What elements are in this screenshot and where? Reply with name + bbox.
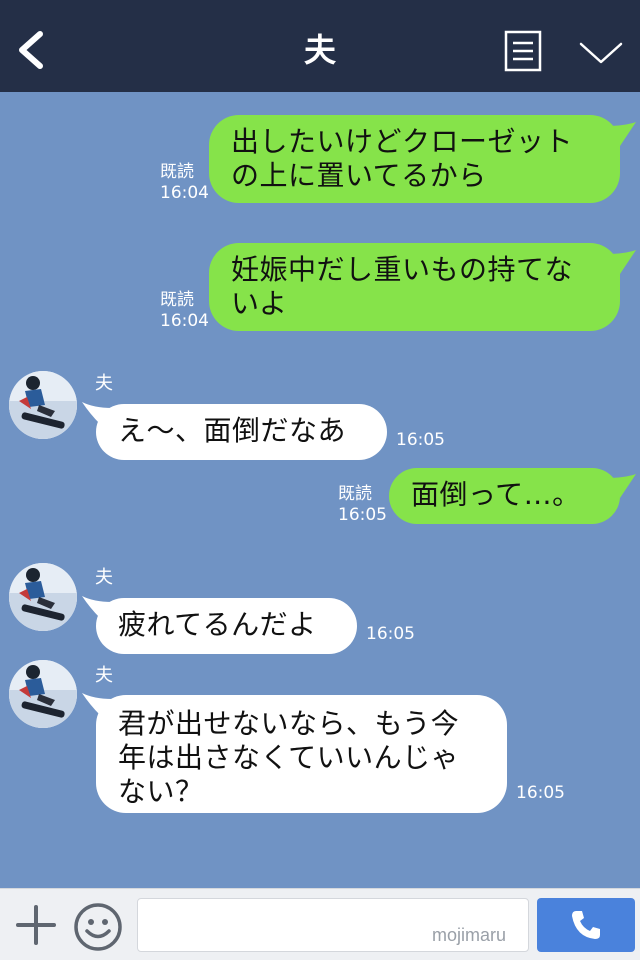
message-bubble-incoming[interactable]: え〜、面倒だなあ — [96, 404, 387, 460]
message-bubble-outgoing[interactable]: 出したいけどクローゼット の上に置いてるから — [209, 115, 620, 203]
sender-name: 夫 — [95, 665, 113, 686]
read-receipt: 既読 — [338, 484, 372, 504]
message-bubble-outgoing[interactable]: 妊娠中だし重いもの持てな いよ — [209, 243, 620, 331]
message-time: 16:04 — [160, 311, 209, 331]
snowboarder-avatar-image — [9, 660, 77, 728]
avatar[interactable] — [9, 371, 77, 439]
message-text-line: え〜、面倒だなあ — [118, 414, 347, 447]
message-time: 16:04 — [160, 183, 209, 203]
message-time: 16:05 — [396, 430, 445, 450]
smile-icon[interactable] — [72, 901, 124, 953]
watermark-text: mojimaru — [432, 925, 507, 945]
message-time: 16:05 — [516, 783, 565, 803]
message-meta: 既読 16:04 — [160, 290, 209, 332]
plus-icon[interactable] — [14, 903, 58, 947]
message-text-line: いよ — [231, 287, 288, 320]
input-bar: mojimaru — [0, 888, 640, 960]
message-text-line: 疲れてるんだよ — [118, 608, 317, 641]
snowboarder-avatar-image — [9, 371, 77, 439]
message-meta: 既読 16:04 — [160, 162, 209, 204]
message-text-line: 妊娠中だし重いもの持てな — [231, 253, 574, 286]
call-button[interactable] — [537, 898, 635, 952]
snowboarder-avatar-image — [9, 563, 77, 631]
message-bubble-incoming[interactable]: 君が出せないなら、もう今 年は出さなくていいんじゃ ない？ — [96, 695, 507, 813]
read-receipt: 既読 — [160, 290, 194, 310]
avatar[interactable] — [9, 563, 77, 631]
message-time: 16:05 — [338, 505, 387, 525]
message-time: 16:05 — [366, 624, 415, 644]
sender-name: 夫 — [95, 373, 113, 394]
sender-name: 夫 — [95, 567, 113, 588]
chat-title: 夫 — [303, 31, 336, 69]
message-text-line: ない？ — [118, 775, 204, 808]
message-text-line: の上に置いてるから — [231, 159, 487, 192]
menu-list-icon[interactable] — [504, 30, 544, 74]
chevron-down-icon[interactable] — [578, 38, 624, 68]
message-bubble-incoming[interactable]: 疲れてるんだよ — [96, 598, 357, 654]
message-text-line: 面倒って…。 — [411, 478, 581, 511]
bubble-tail — [606, 122, 636, 146]
message-text-line: 年は出さなくていいんじゃ — [118, 741, 460, 774]
message-text-line: 出したいけどクローゼット — [231, 125, 574, 158]
message-meta: 既読 16:05 — [338, 484, 387, 526]
message-text-line: 君が出せないなら、もう今 — [118, 707, 460, 740]
avatar[interactable] — [9, 660, 77, 728]
bubble-tail — [606, 250, 636, 274]
bubble-tail — [606, 474, 636, 498]
chat-header: 夫 — [0, 0, 640, 92]
read-receipt: 既読 — [160, 162, 194, 182]
chat-area[interactable]: 既読 16:04 出したいけどクローゼット の上に置いてるから 既読 16:04… — [0, 92, 640, 888]
phone-icon — [572, 911, 600, 939]
message-bubble-outgoing[interactable]: 面倒って…。 — [389, 468, 620, 524]
